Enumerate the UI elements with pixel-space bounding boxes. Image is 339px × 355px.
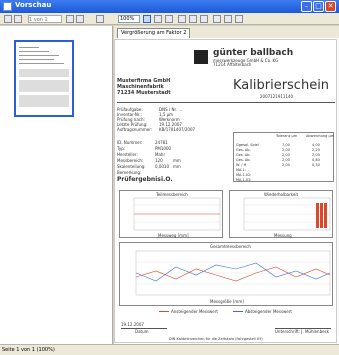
export-icon[interactable] — [235, 15, 243, 23]
total-range-chart: Gesamtmessbereich Messgröße [mm] — [119, 242, 333, 306]
table-row-label: Ggesal. Spiel — [236, 143, 259, 147]
chart1-svg — [133, 197, 221, 231]
field-value: 0,0010 — [155, 164, 169, 169]
descending-series — [135, 266, 331, 282]
legend-label: Absteigender Messwert — [245, 309, 292, 314]
customer-line3: 71234 Musterstadt — [117, 90, 171, 96]
table-row-label: Ges. Ab. — [236, 148, 251, 152]
field-value: Mahr — [155, 152, 166, 157]
save-icon[interactable] — [224, 15, 232, 23]
print-icon[interactable] — [213, 15, 221, 23]
refresh-icon[interactable] — [96, 15, 104, 23]
partial-range-chart: Teilmessbereich Messweg [mm] — [119, 190, 223, 238]
table-cell: 2,00 — [282, 163, 290, 167]
date-value: 19.12.2007 — [121, 322, 144, 327]
field-unit: mm — [173, 164, 181, 169]
legend-swatch — [233, 311, 243, 312]
table-row-label: MA.1.02: — [236, 173, 252, 177]
field-unit: mm — [173, 158, 181, 163]
company-name: günter ballbach — [213, 48, 294, 58]
next-page-icon[interactable] — [66, 15, 74, 23]
field-value: 24781 — [155, 140, 168, 145]
tolerance-table: Toleranz µm Abweichung µm Ggesal. Spiel … — [233, 132, 334, 182]
field-value: KB/1701407/2007 — [159, 127, 196, 132]
table-cell: 4,00 — [312, 143, 320, 147]
document-heading: Kalibrierschein — [233, 78, 330, 93]
prev-page-icon[interactable] — [14, 15, 22, 23]
field-value: PM1000 — [155, 146, 172, 151]
close-button[interactable]: ✕ — [325, 1, 336, 12]
chart-xlabel: Messung — [274, 233, 292, 238]
table-cell: 0,80 — [312, 158, 320, 162]
table-row-label: Ges. Ab. — [236, 153, 251, 157]
repeatability-chart: Wiederholbarkeit Messung — [229, 190, 333, 238]
app-icon — [3, 2, 12, 11]
page-thumbnail[interactable] — [14, 40, 74, 117]
multi-page-icon[interactable] — [200, 15, 208, 23]
two-page-icon[interactable] — [189, 15, 197, 23]
footer-text: DIN Kalibrierzeichen für die Zeitskala (… — [169, 337, 263, 341]
chart-xlabel: Messgröße [mm] — [210, 299, 244, 304]
company-sub2: 71214 Affalterbach — [213, 62, 252, 67]
zoom-icon[interactable] — [143, 15, 151, 23]
bar — [324, 203, 327, 228]
company-logo — [194, 50, 208, 64]
table-header: Abweichung µm — [306, 134, 335, 138]
toolbar: 1 von 1 100% — [0, 13, 339, 25]
search-icon[interactable] — [154, 15, 162, 23]
field-label: ID. Nummer: — [117, 140, 143, 145]
table-cell: 2,00 — [312, 153, 320, 157]
field-label: Typ: — [117, 146, 126, 151]
field-label: Hersteller: — [117, 152, 138, 157]
signature-label: Unterschrift: J. Mühlenbeck — [275, 329, 330, 334]
result-label: Prüfergebnis: — [117, 176, 164, 183]
chart-xlabel: Messweg [mm] — [158, 233, 189, 238]
minimize-button[interactable]: – — [301, 1, 312, 12]
tab-zoom[interactable]: Vergrößerung am Faktor 2 — [117, 28, 191, 38]
status-bar: Seite 1 von 1 (100%) — [0, 344, 339, 355]
table-cell: 0,30 — [312, 163, 320, 167]
table-cell: 2,00 — [282, 158, 290, 162]
last-page-icon[interactable] — [76, 15, 84, 23]
table-header: Toleranz µm — [276, 134, 298, 138]
field-value: 120 — [155, 158, 163, 163]
date-label: Datum — [135, 329, 149, 334]
document-page: günter ballbach messwerkzeuge GmbH & Co.… — [114, 39, 337, 343]
window-title: Vorschau — [15, 1, 52, 9]
field-label: Messbereich: — [117, 158, 144, 163]
page-view-icon[interactable] — [178, 15, 186, 23]
tab-bar: Vergrößerung am Faktor 2 — [114, 26, 339, 38]
maximize-button[interactable]: □ — [313, 1, 324, 12]
legend-swatch — [159, 311, 169, 312]
field-label: Skalenteilung: — [117, 164, 146, 169]
table-cell: 2,00 — [282, 148, 290, 152]
title-bar: Vorschau – □ ✕ — [0, 0, 339, 13]
legend-label: Ansteigender Messwert — [171, 309, 218, 314]
thumbnail-pane — [0, 26, 113, 344]
page-input[interactable]: 1 von 1 — [28, 15, 62, 23]
table-cell: 2,00 — [282, 153, 290, 157]
table-row-label: W. / H — [236, 163, 247, 167]
field-label: Bemerkung: — [117, 170, 142, 175]
divider — [117, 102, 335, 103]
table-row-label: Ges. Ab. — [236, 158, 251, 162]
bar — [320, 203, 323, 228]
chart2-svg — [243, 197, 331, 231]
bar — [316, 203, 319, 228]
zoom-select[interactable]: 100% — [118, 15, 140, 23]
cert-number: 2007121911140 — [260, 94, 294, 99]
result-value: i.O. — [161, 176, 173, 183]
ascending-series — [135, 262, 331, 282]
first-page-icon[interactable] — [4, 15, 12, 23]
table-cell: 7,00 — [282, 143, 290, 147]
table-cell: 2,20 — [312, 148, 320, 152]
hand-icon[interactable] — [165, 15, 173, 23]
table-row-label: MA.1: — [236, 168, 246, 172]
chart3-svg — [135, 250, 331, 296]
table-row-label: MA.1.03: — [236, 178, 252, 182]
field-label: Auftragsnummer: — [117, 127, 153, 132]
